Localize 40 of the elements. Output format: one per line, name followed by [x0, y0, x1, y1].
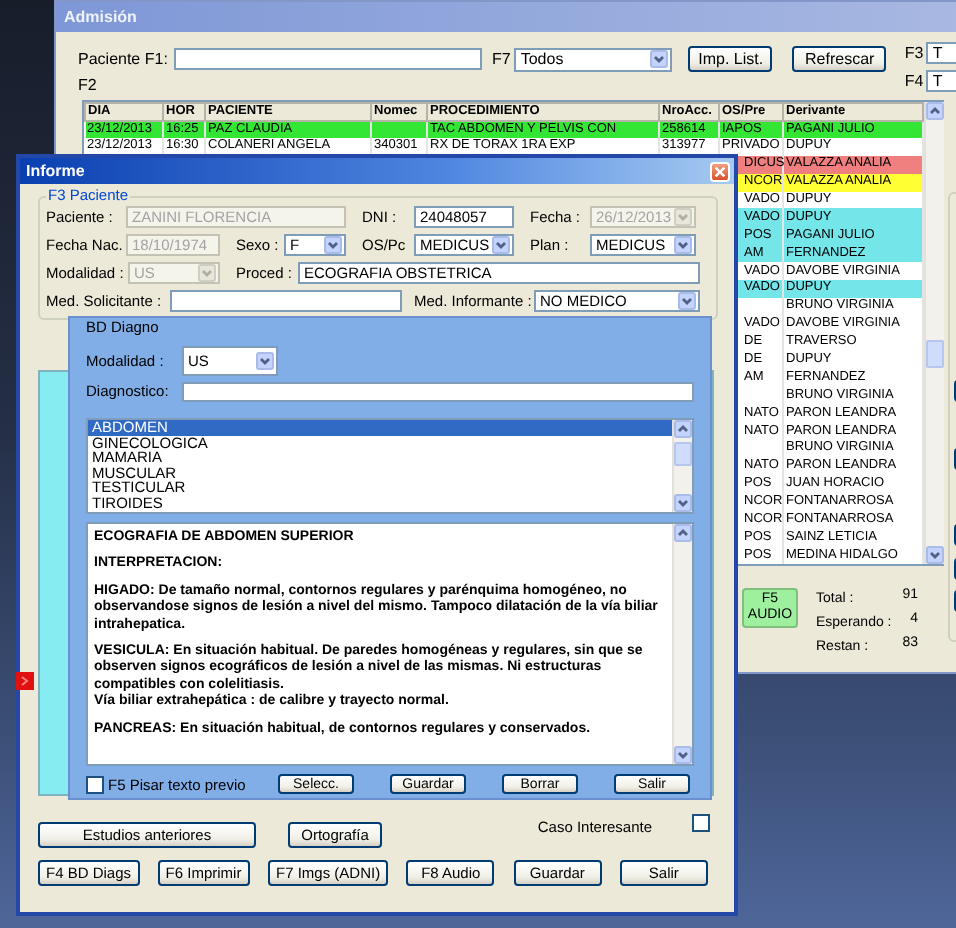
chevron-down-icon	[674, 746, 692, 764]
refresh-button[interactable]: Refrescar	[792, 46, 887, 72]
chevron-down-icon	[674, 207, 692, 225]
scrollbar[interactable]	[672, 420, 692, 512]
chevron-down-icon	[678, 291, 696, 309]
chevron-down-icon	[492, 235, 510, 253]
chevron-up-icon	[674, 524, 692, 542]
window-title: Admisión	[64, 8, 137, 26]
chevron-down-icon	[926, 546, 944, 564]
scroll-thumb[interactable]	[674, 442, 692, 466]
chevron-up-icon	[926, 102, 944, 120]
chevron-up-icon	[674, 420, 692, 438]
checkbox[interactable]	[692, 814, 710, 832]
field-label: F4	[904, 70, 926, 92]
chevron-down-icon	[324, 235, 342, 253]
text-field[interactable]	[182, 381, 694, 401]
scrollbar[interactable]	[924, 102, 944, 564]
close-button[interactable]	[710, 161, 730, 181]
scrollbar[interactable]	[672, 524, 692, 764]
chevron-down-icon	[674, 235, 692, 253]
table-label: F2	[78, 74, 99, 96]
chevron-down-icon	[198, 263, 216, 281]
text-field[interactable]: T	[926, 42, 956, 64]
text-field[interactable]	[174, 48, 482, 70]
field-label: F7	[492, 48, 511, 70]
report-text-area[interactable]	[86, 522, 694, 766]
field-label: Paciente F1:	[78, 48, 170, 70]
print-list-button[interactable]: Imp. List.	[688, 46, 773, 72]
window-title: Informe	[26, 162, 85, 180]
text-field[interactable]: T	[926, 70, 956, 92]
marker-icon	[16, 672, 34, 690]
scroll-thumb[interactable]	[926, 340, 944, 368]
chevron-down-icon	[650, 50, 669, 68]
close-icon	[714, 165, 726, 177]
chevron-down-icon	[256, 352, 274, 370]
text-field[interactable]	[170, 289, 402, 311]
chevron-down-icon	[674, 494, 692, 512]
field-label: F3	[904, 42, 926, 64]
checkbox[interactable]	[86, 775, 104, 793]
dropdown[interactable]: Todos	[514, 47, 673, 71]
